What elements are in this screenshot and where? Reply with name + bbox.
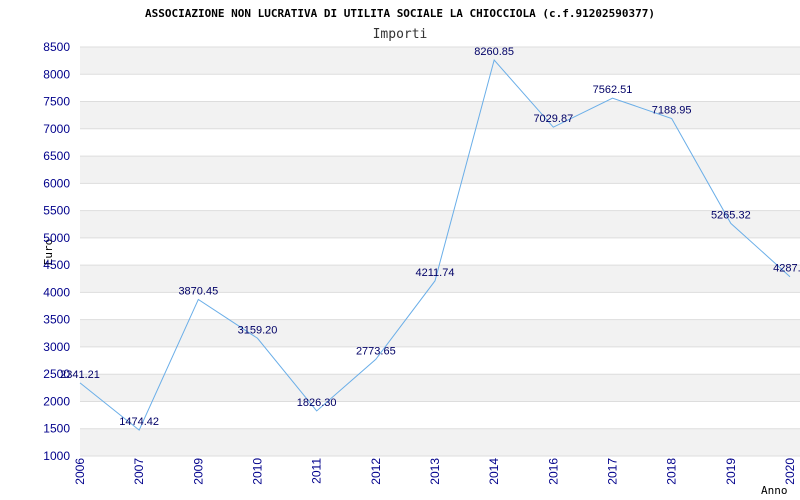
- data-label: 7562.51: [593, 84, 633, 96]
- x-tick-label: 2006: [73, 458, 87, 485]
- y-tick-label: 3000: [43, 340, 70, 354]
- x-tick-label: 2014: [487, 458, 501, 485]
- data-label: 1826.30: [297, 397, 337, 409]
- data-label: 4287.9: [773, 263, 800, 275]
- y-tick-label: 3500: [43, 313, 70, 327]
- y-tick-label: 6500: [43, 149, 70, 163]
- y-tick-label: 5000: [43, 231, 70, 245]
- grid-band: [80, 47, 800, 75]
- y-tick-label: 2000: [43, 394, 70, 408]
- x-tick-label: 2010: [251, 458, 265, 485]
- data-label: 7188.95: [652, 104, 692, 116]
- line-chart: ASSOCIAZIONE NON LUCRATIVA DI UTILITA SO…: [42, 7, 800, 497]
- x-tick-label: 2018: [665, 458, 679, 485]
- data-label: 2341.21: [60, 369, 100, 381]
- grid-band: [80, 428, 800, 456]
- data-label: 5265.32: [711, 209, 751, 221]
- y-tick-label: 4500: [43, 258, 70, 272]
- grid-band: [80, 101, 800, 129]
- grid-band: [80, 210, 800, 238]
- grid-band: [80, 319, 800, 347]
- data-label: 3159.20: [238, 324, 278, 336]
- x-tick-label: 2009: [191, 458, 205, 485]
- y-tick-label: 8500: [43, 40, 70, 54]
- y-tick-label: 4000: [43, 285, 70, 299]
- x-tick-label: 2011: [310, 458, 324, 484]
- x-tick-label: 2007: [132, 458, 146, 485]
- x-axis-label: Anno: [761, 484, 788, 497]
- x-tick-label: 2020: [783, 458, 797, 485]
- grid-band: [80, 156, 800, 184]
- y-tick-label: 1000: [43, 449, 70, 463]
- chart-title: ASSOCIAZIONE NON LUCRATIVA DI UTILITA SO…: [145, 7, 655, 20]
- y-tick-label: 7500: [43, 95, 70, 109]
- x-tick-label: 2017: [606, 458, 620, 485]
- data-label: 4211.74: [416, 267, 455, 279]
- data-label: 3870.45: [178, 285, 218, 297]
- data-label: 8260.85: [474, 46, 514, 58]
- y-tick-label: 5500: [43, 204, 70, 218]
- x-tick-label: 2012: [369, 458, 383, 485]
- y-tick-label: 8000: [43, 67, 70, 81]
- y-tick-label: 6000: [43, 176, 70, 190]
- chart-subtitle: Importi: [373, 27, 428, 42]
- y-tick-label: 7000: [43, 122, 70, 136]
- plot-background-bands: [80, 47, 800, 456]
- data-label: 7029.87: [533, 113, 573, 125]
- x-tick-label: 2016: [546, 458, 560, 485]
- data-label: 1474.42: [119, 416, 159, 428]
- y-tick-label: 1500: [43, 422, 70, 436]
- x-tick-label: 2013: [428, 458, 442, 485]
- grid-band: [80, 374, 800, 402]
- data-label: 2773.65: [356, 345, 396, 357]
- x-tick-label: 2019: [724, 458, 738, 485]
- x-axis-ticks: 2006 2007 2009 2010 2011 2012 2013 2014 2016 2017…: [73, 458, 797, 485]
